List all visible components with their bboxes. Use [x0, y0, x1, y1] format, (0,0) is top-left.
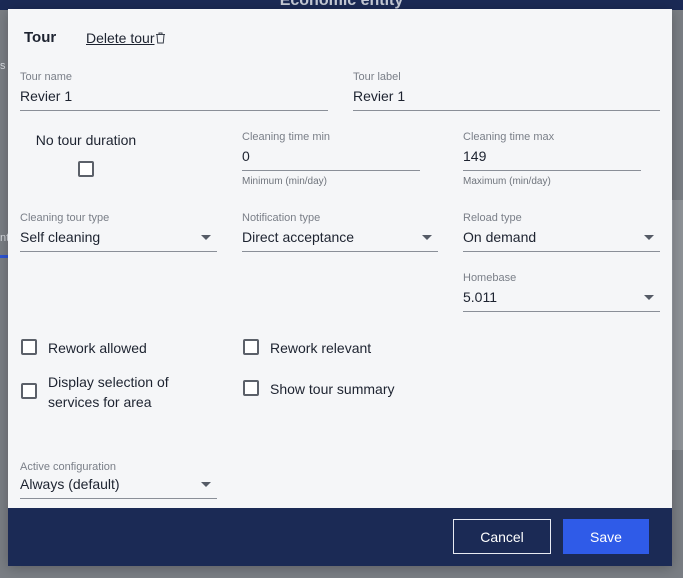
tour-name-field[interactable]: Tour name Revier 1 — [20, 71, 328, 111]
chevron-down-icon — [422, 235, 432, 240]
backdrop-accent — [0, 255, 8, 258]
display-selection-label: Display selection of services for area — [48, 374, 169, 410]
tour-name-input[interactable]: Revier 1 — [20, 88, 328, 111]
homebase-value: 5.011 — [463, 289, 497, 305]
show-tour-summary-option[interactable]: Show tour summary — [243, 379, 394, 399]
no-tour-duration-label: No tour duration — [35, 132, 137, 148]
notification-type-label: Notification type — [242, 212, 321, 224]
no-tour-duration: No tour duration — [34, 132, 138, 182]
chevron-down-icon — [644, 235, 654, 240]
rework-relevant-checkbox[interactable] — [243, 339, 259, 355]
tour-label-field[interactable]: Tour label Revier 1 — [353, 71, 660, 111]
backdrop-text: s — [0, 60, 6, 72]
cleaning-time-max-label: Cleaning time max — [463, 131, 555, 143]
active-configuration-field[interactable]: Active configuration Always (default) — [20, 461, 217, 499]
cleaning-tour-type-select[interactable]: Self cleaning — [20, 229, 217, 252]
dialog-footer: Cancel Save — [8, 508, 672, 566]
rework-relevant-option[interactable]: Rework relevant — [243, 338, 371, 358]
cleaning-time-min-help: Minimum (min/day) — [242, 176, 328, 187]
notification-type-select[interactable]: Direct acceptance — [242, 229, 438, 252]
show-tour-summary-label: Show tour summary — [270, 381, 395, 397]
no-tour-duration-checkbox[interactable] — [78, 161, 94, 177]
cleaning-time-min-input[interactable]: 0 — [242, 148, 420, 171]
cleaning-time-max-input[interactable]: 149 — [463, 148, 641, 171]
dialog-title: Tour — [24, 29, 57, 46]
cleaning-tour-type-label: Cleaning tour type — [20, 212, 110, 224]
cleaning-time-min-label: Cleaning time min — [242, 131, 331, 143]
cleaning-time-max-field[interactable]: Cleaning time max 149 Maximum (min/day) — [463, 131, 641, 187]
cancel-button[interactable]: Cancel — [453, 519, 551, 554]
reload-type-field[interactable]: Reload type On demand — [463, 212, 660, 252]
display-selection-option[interactable]: Display selection of services for area — [21, 372, 198, 412]
homebase-field[interactable]: Homebase 5.011 — [463, 272, 660, 312]
active-configuration-value: Always (default) — [20, 476, 120, 492]
cleaning-time-max-help: Maximum (min/day) — [463, 176, 551, 187]
tour-dialog: Tour Delete tour Tour name Revier 1 Tour… — [8, 9, 672, 566]
chevron-down-icon — [644, 295, 654, 300]
reload-type-label: Reload type — [463, 212, 522, 224]
tour-label-label: Tour label — [353, 71, 401, 83]
tour-name-label: Tour name — [20, 71, 72, 83]
rework-relevant-label: Rework relevant — [270, 340, 372, 356]
notification-type-field[interactable]: Notification type Direct acceptance — [242, 212, 438, 252]
delete-tour-label: Delete tour — [86, 30, 155, 46]
reload-type-select[interactable]: On demand — [463, 229, 660, 252]
rework-allowed-option[interactable]: Rework allowed — [21, 338, 147, 358]
trash-icon — [156, 32, 166, 44]
rework-allowed-checkbox[interactable] — [21, 339, 37, 355]
active-configuration-select[interactable]: Always (default) — [20, 476, 217, 499]
reload-type-value: On demand — [463, 229, 537, 245]
tour-label-input[interactable]: Revier 1 — [353, 88, 660, 111]
notification-type-value: Direct acceptance — [242, 229, 355, 245]
rework-allowed-label: Rework allowed — [48, 340, 147, 356]
save-button[interactable]: Save — [563, 519, 649, 554]
backdrop-panel — [672, 200, 683, 450]
cleaning-tour-type-field[interactable]: Cleaning tour type Self cleaning — [20, 212, 217, 252]
delete-tour-link[interactable]: Delete tour — [86, 30, 166, 46]
chevron-down-icon — [201, 482, 211, 487]
cleaning-time-min-field[interactable]: Cleaning time min 0 Minimum (min/day) — [242, 131, 420, 187]
chevron-down-icon — [201, 235, 211, 240]
homebase-label: Homebase — [463, 272, 517, 284]
display-selection-checkbox[interactable] — [21, 383, 37, 399]
homebase-select[interactable]: 5.011 — [463, 289, 660, 312]
show-tour-summary-checkbox[interactable] — [243, 380, 259, 396]
cleaning-tour-type-value: Self cleaning — [20, 229, 101, 245]
active-configuration-label: Active configuration — [20, 461, 116, 473]
